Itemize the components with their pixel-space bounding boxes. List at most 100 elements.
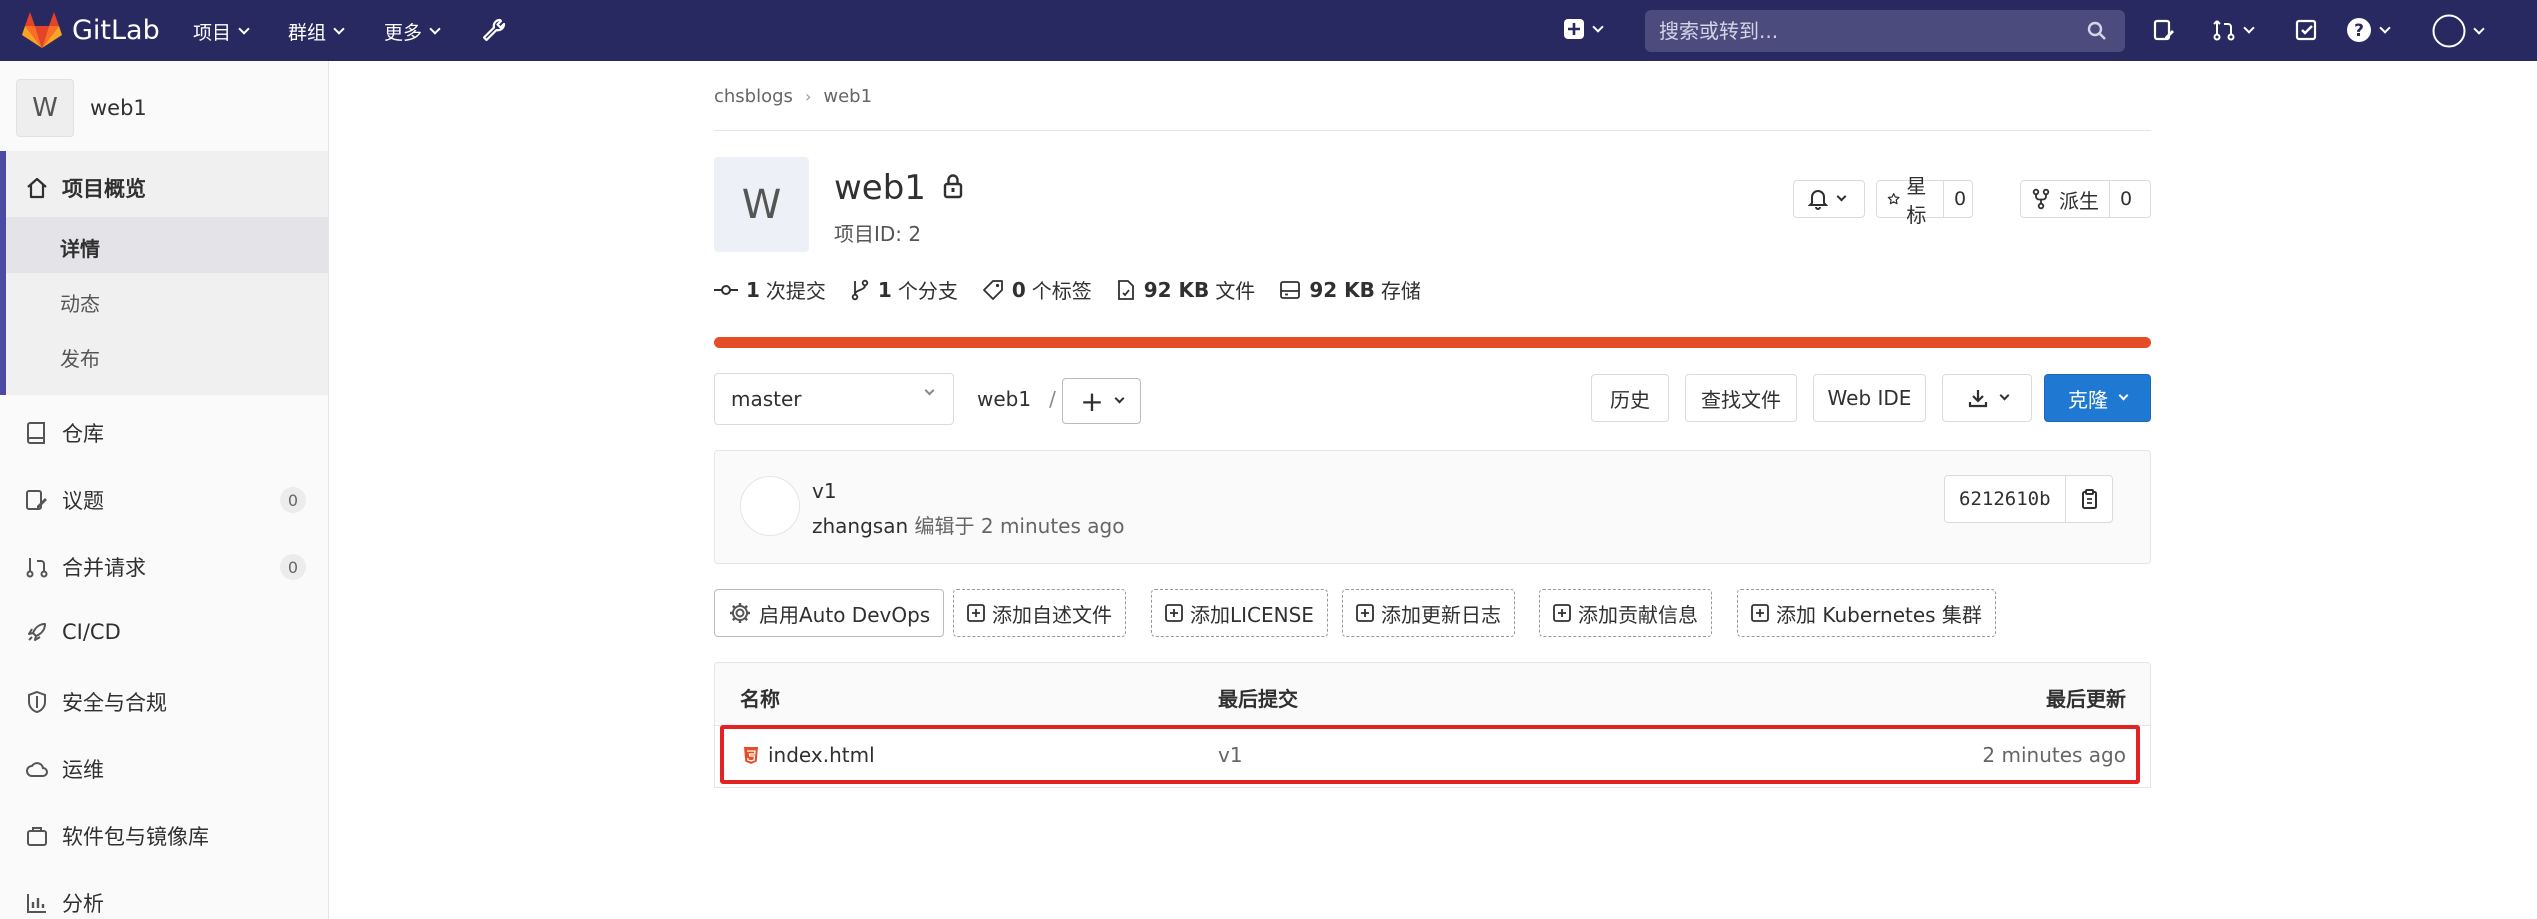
stat-branches-value: 1 [877,277,892,302]
sidebar-project-header[interactable]: W web1 [16,79,147,137]
file-last-commit[interactable]: v1 [1218,743,1243,767]
chevron-down-icon [1999,390,2009,401]
commit-sha[interactable]: 6212610b [1945,476,2066,522]
shield-icon [24,690,50,714]
fork-icon [2032,188,2050,210]
merge-request-icon [24,555,50,579]
sidebar-item-repository[interactable]: 仓库 [24,418,104,448]
user-menu[interactable] [2432,14,2485,48]
merge-requests-nav[interactable] [2212,18,2255,42]
sidebar-sub-activity[interactable]: 动态 [60,288,100,317]
gear-icon [728,601,752,625]
breadcrumb-group[interactable]: chsblogs [714,86,793,107]
breadcrumb-project[interactable]: web1 [823,86,872,107]
home-icon [24,176,50,200]
commit-author-avatar[interactable] [740,476,800,536]
table-row[interactable]: index.html v1 2 minutes ago [714,726,2151,788]
sidebar-item-packages[interactable]: 软件包与镜像库 [24,821,209,851]
add-changelog-button[interactable]: 添加更新日志 [1342,589,1515,637]
star-label: 星标 [1906,174,1927,227]
commit-time: 编辑于 2 minutes ago [914,514,1125,538]
breadcrumb-chevron-icon: › [804,87,812,106]
nav-groups[interactable]: 群组 [288,18,345,45]
lock-icon [942,168,964,208]
html5-icon [743,746,759,765]
stat-files[interactable]: 92 KB 文件 [1116,275,1255,304]
sidebar-item-operations[interactable]: 运维 [24,754,104,784]
search-box[interactable] [1645,10,2125,52]
stat-commits-label: 次提交 [765,279,826,303]
plus-square-icon [1165,604,1183,622]
add-kubernetes-cluster-button[interactable]: 添加 Kubernetes 集群 [1737,589,1996,637]
sidebar-item-security[interactable]: 安全与合规 [24,687,167,717]
find-file-button[interactable]: 查找文件 [1685,374,1797,422]
sidebar-item-cicd[interactable]: CI/CD [24,620,121,644]
stat-storage[interactable]: 92 KB 存储 [1279,275,1421,304]
copy-sha-button[interactable] [2066,476,2112,522]
star-count[interactable]: 0 [1943,181,1976,217]
add-license-button[interactable]: 添加LICENSE [1151,589,1328,637]
sidebar-item-issues[interactable]: 议题 0 [24,485,306,515]
gitlab-tanuki-icon [22,12,62,48]
sidebar-sub-details[interactable]: 详情 [60,233,100,262]
nav-projects[interactable]: 项目 [193,18,250,45]
sidebar-item-security-label: 安全与合规 [62,691,167,715]
nav-more[interactable]: 更多 [384,18,441,45]
download-dropdown[interactable] [1942,374,2032,422]
project-title: web1 [834,168,926,208]
repo-path-root[interactable]: web1 [977,387,1031,411]
issues-nav-icon[interactable] [2152,18,2176,42]
stat-branches[interactable]: 1 个分支 [850,275,958,304]
download-icon [1968,390,1987,408]
commit-message[interactable]: v1 [812,479,837,503]
bell-icon [1808,190,1828,210]
plus-square-icon [1751,604,1769,622]
fork-label: 派生 [2059,188,2099,213]
sidebar-item-analytics[interactable]: 分析 [24,888,104,918]
nav-projects-label: 项目 [193,22,232,44]
fork-count[interactable]: 0 [2109,181,2142,217]
branch-name: master [731,387,802,411]
search-input[interactable] [1659,19,2079,43]
sidebar-item-overview[interactable]: 项目概览 [24,173,146,203]
todo-nav-icon[interactable] [2295,18,2319,42]
admin-wrench-icon[interactable] [481,17,507,43]
stat-files-value: 92 KB [1143,277,1210,302]
help-icon: ? [2347,18,2371,42]
sidebar-item-merge-requests[interactable]: 合并请求 0 [24,552,306,582]
sidebar-item-merge-requests-label: 合并请求 [62,556,146,580]
merge-request-icon [2213,20,2235,41]
file-link[interactable]: index.html [743,743,875,767]
plus-square-icon [1356,604,1374,622]
notification-dropdown[interactable] [1793,180,1865,218]
add-file-dropdown[interactable]: + [1062,378,1141,424]
commit-author[interactable]: zhangsan [812,514,908,538]
stat-commits[interactable]: 1 次提交 [714,275,826,304]
logo-text: GitLab [72,14,160,46]
history-button[interactable]: 历史 [1591,374,1669,422]
stat-tags[interactable]: 0 个标签 [982,275,1092,304]
gitlab-logo[interactable]: GitLab [22,11,160,49]
clone-button[interactable]: 克隆 [2044,374,2151,422]
breadcrumb: chsblogs › web1 [714,86,872,107]
sidebar-sub-releases[interactable]: 发布 [60,343,100,372]
star-button[interactable]: 星标 0 [1876,174,1976,227]
add-readme-button[interactable]: 添加自述文件 [953,589,1126,637]
add-contributing-button[interactable]: 添加贡献信息 [1539,589,1712,637]
sidebar-item-repository-label: 仓库 [62,422,104,446]
path-separator: / [1049,387,1056,411]
chevron-down-icon [2243,21,2255,34]
branch-selector[interactable]: master [714,373,954,425]
package-icon [24,824,50,848]
web-ide-button[interactable]: Web IDE [1813,374,1926,422]
chevron-down-icon [924,385,935,396]
top-navbar: GitLab 项目 群组 更多 ? [0,0,2537,61]
language-bar[interactable] [714,337,2151,348]
search-icon [2087,21,2106,40]
column-header-last-update: 最后更新 [2046,687,2126,711]
fork-button[interactable]: 派生 0 [2020,180,2151,218]
new-item-dropdown[interactable] [1563,18,1604,40]
enable-auto-devops-button[interactable]: 启用Auto DevOps [714,589,945,637]
help-dropdown[interactable]: ? [2346,17,2391,43]
branch-icon [850,279,870,301]
